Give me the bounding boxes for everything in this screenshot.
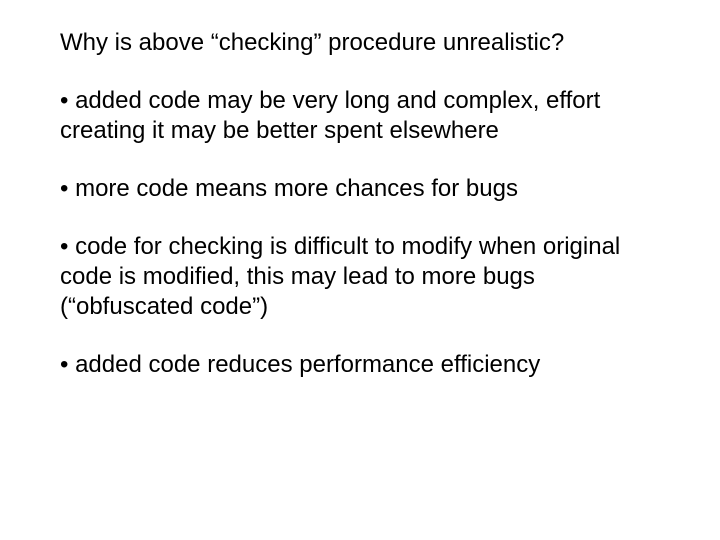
slide: Why is above “checking” procedure unreal… — [0, 0, 720, 540]
bullet-item: • added code reduces performance efficie… — [60, 350, 660, 380]
bullet-text: added code reduces performance efficienc… — [75, 351, 540, 378]
slide-title: Why is above “checking” procedure unreal… — [60, 28, 660, 58]
bullet-text: added code may be very long and complex,… — [60, 87, 600, 144]
bullet-item: • code for checking is difficult to modi… — [60, 232, 660, 322]
bullet-text: code for checking is difficult to modify… — [60, 233, 620, 320]
bullet-item: • more code means more chances for bugs — [60, 174, 660, 204]
bullet-item: • added code may be very long and comple… — [60, 86, 660, 146]
bullet-text: more code means more chances for bugs — [75, 175, 518, 202]
